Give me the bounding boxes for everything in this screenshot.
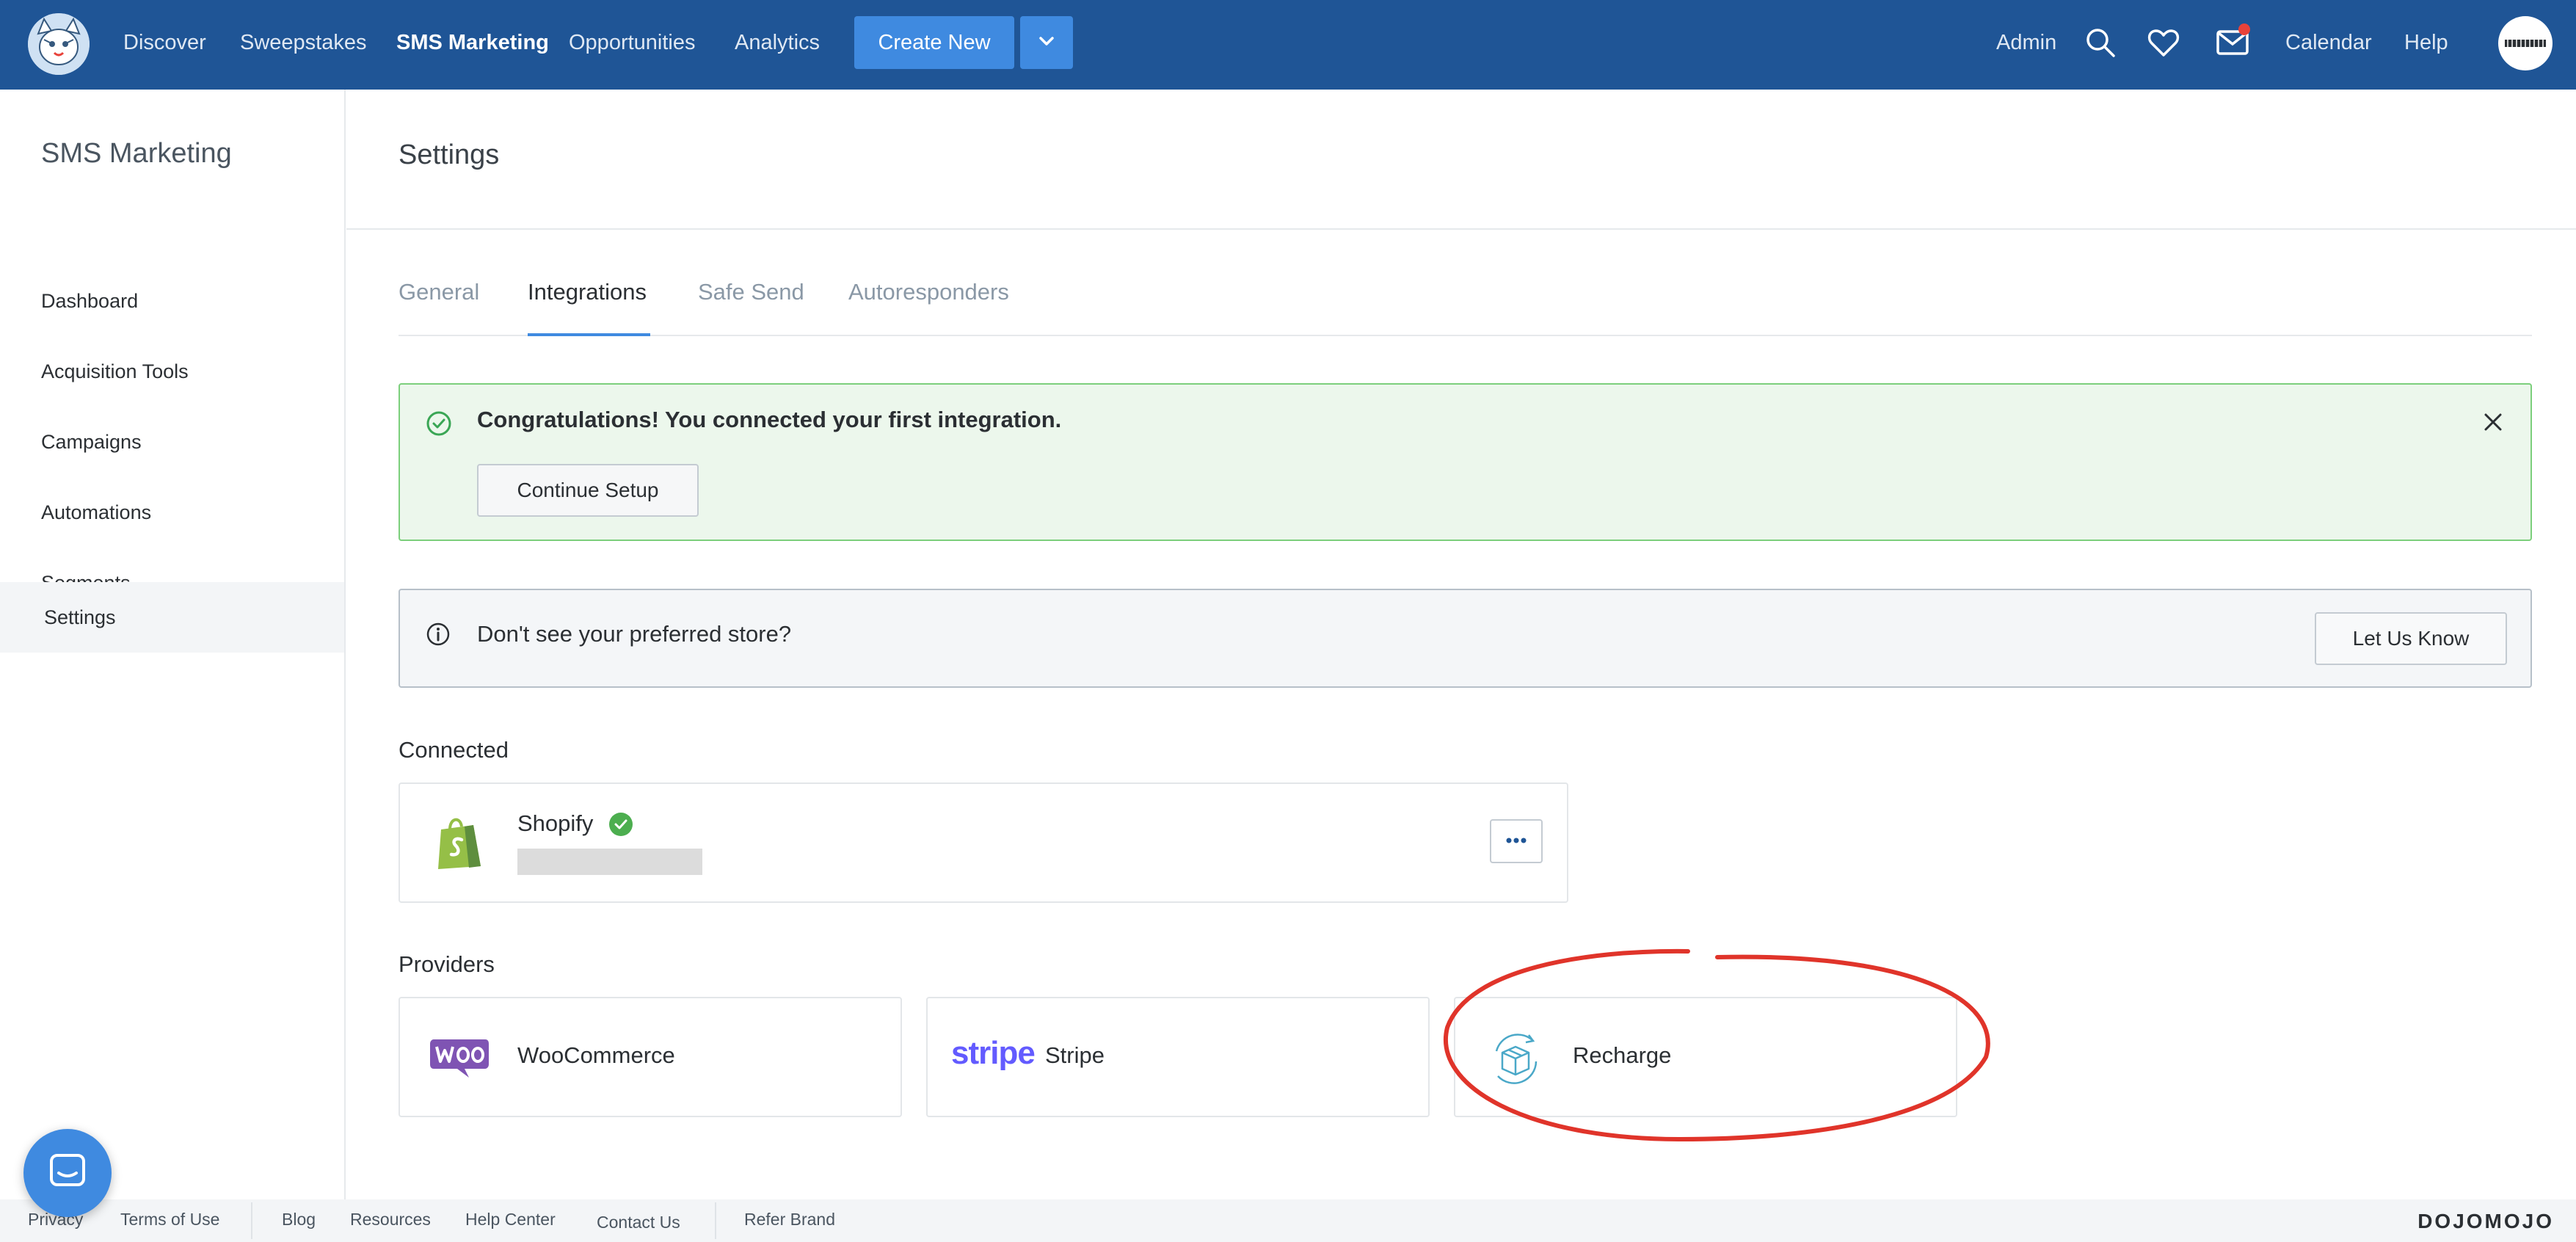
tab-autoresponders[interactable]: Autoresponders [848, 279, 1009, 305]
check-circle-icon [425, 410, 453, 441]
avatar[interactable] [2498, 16, 2553, 70]
search-icon[interactable] [2083, 25, 2118, 60]
notification-dot [2238, 23, 2250, 35]
provider-card-stripe[interactable]: stripe Stripe [926, 997, 1430, 1117]
page-title: Settings [399, 139, 500, 170]
dojomojo-wordmark: DOJOMOJO [2417, 1210, 2554, 1232]
mail-icon[interactable] [2215, 23, 2250, 60]
sidebar: SMS Marketing Dashboard Acquisition Tool… [0, 90, 346, 1199]
footer-link-help-center[interactable]: Help Center [465, 1210, 556, 1230]
footer-link-refer-brand[interactable]: Refer Brand [744, 1210, 835, 1230]
footer-link-resources[interactable]: Resources [350, 1210, 431, 1230]
ellipsis-icon [1505, 835, 1527, 848]
shopify-logo-icon [432, 813, 485, 876]
chat-icon [47, 1151, 88, 1196]
success-alert-message: Congratulations! You connected your firs… [477, 407, 1062, 432]
top-navbar: Discover Sweepstakes SMS Marketing Oppor… [0, 0, 2576, 90]
provider-card-recharge[interactable]: Recharge [1454, 997, 1957, 1117]
provider-card-woocommerce[interactable]: WooCommerce [399, 997, 902, 1117]
footer-link-contact-us[interactable]: Contact Us [597, 1213, 680, 1232]
tab-safe-send[interactable]: Safe Send [698, 279, 804, 305]
nav-discover[interactable]: Discover [123, 28, 206, 57]
nav-calendar[interactable]: Calendar [2285, 28, 2372, 57]
more-options-button[interactable] [1490, 819, 1543, 863]
stripe-logo-icon: stripe [951, 1035, 1036, 1071]
chat-launcher-button[interactable] [23, 1129, 112, 1217]
shopify-name: Shopify [517, 810, 594, 836]
recharge-name: Recharge [1573, 1042, 1672, 1068]
sidebar-item-campaigns[interactable]: Campaigns [0, 407, 344, 477]
info-alert-message: Don't see your preferred store? [477, 621, 792, 647]
sidebar-item-dashboard[interactable]: Dashboard [0, 266, 344, 336]
nav-opportunities[interactable]: Opportunities [569, 28, 696, 57]
connected-card-shopify: Shopify [399, 782, 1568, 903]
footer: Privacy Terms of Use Blog Resources Help… [0, 1199, 2576, 1242]
nav-sms-marketing[interactable]: SMS Marketing [396, 28, 549, 57]
chevron-down-icon [1036, 31, 1057, 55]
create-new-label: Create New [878, 30, 991, 54]
woocommerce-name: WooCommerce [517, 1042, 675, 1068]
connected-section-label: Connected [399, 737, 509, 763]
settings-tabs: General Integrations Safe Send Autorespo… [399, 273, 2532, 336]
brand-avatar-logo-icon [2505, 40, 2546, 47]
sidebar-title: SMS Marketing [41, 138, 232, 169]
heart-icon[interactable] [2146, 25, 2181, 60]
sidebar-item-automations[interactable]: Automations [0, 477, 344, 548]
nav-analytics[interactable]: Analytics [735, 28, 820, 57]
recharge-box-icon [1488, 1028, 1543, 1093]
continue-setup-button[interactable]: Continue Setup [477, 464, 699, 517]
continue-setup-label: Continue Setup [517, 479, 659, 501]
footer-separator [251, 1202, 252, 1239]
nav-admin[interactable]: Admin [1996, 28, 2056, 57]
tab-integrations[interactable]: Integrations [528, 279, 647, 305]
tab-general[interactable]: General [399, 279, 479, 305]
let-us-know-label: Let Us Know [2352, 627, 2470, 650]
dojomojo-logo-icon[interactable] [28, 13, 90, 75]
create-new-dropdown-button[interactable] [1020, 16, 1073, 69]
info-alert: Don't see your preferred store? Let Us K… [399, 589, 2532, 688]
info-icon [425, 621, 451, 651]
sidebar-item-settings[interactable]: Settings [0, 582, 344, 653]
let-us-know-button[interactable]: Let Us Know [2315, 612, 2507, 665]
footer-link-blog[interactable]: Blog [282, 1210, 316, 1230]
footer-separator [715, 1202, 716, 1239]
success-alert: Congratulations! You connected your firs… [399, 383, 2532, 541]
footer-link-terms[interactable]: Terms of Use [120, 1210, 219, 1230]
providers-section-label: Providers [399, 951, 495, 977]
header-divider [346, 228, 2576, 230]
active-tab-indicator [528, 333, 650, 336]
stripe-name: Stripe [1045, 1042, 1105, 1068]
connected-check-icon [608, 812, 633, 840]
create-new-button[interactable]: Create New [854, 16, 1014, 69]
close-icon[interactable] [2482, 411, 2504, 437]
nav-sweepstakes[interactable]: Sweepstakes [240, 28, 367, 57]
sidebar-item-acquisition-tools[interactable]: Acquisition Tools [0, 336, 344, 407]
store-url-redacted [517, 849, 702, 875]
nav-help[interactable]: Help [2404, 28, 2448, 57]
woocommerce-logo-icon [429, 1038, 490, 1083]
